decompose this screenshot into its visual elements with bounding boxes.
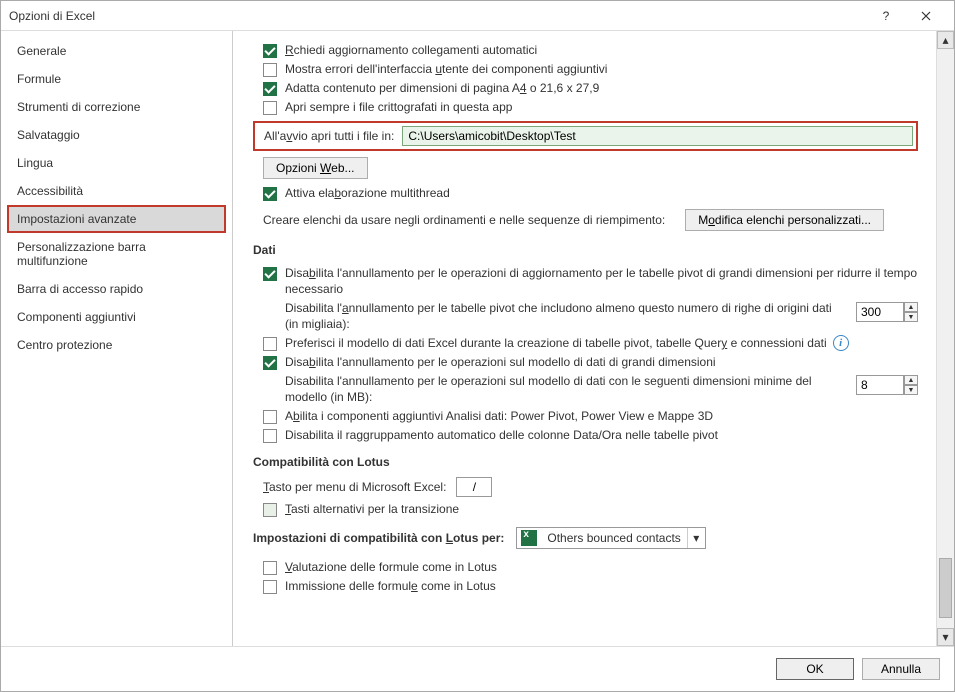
checkbox-adatta-a4[interactable] xyxy=(263,82,277,96)
nav-salvataggio[interactable]: Salvataggio xyxy=(7,121,226,149)
sidebar: Generale Formule Strumenti di correzione… xyxy=(1,31,233,646)
vertical-scrollbar[interactable]: ▴ ▾ xyxy=(936,31,954,646)
titlebar: Opzioni di Excel ? xyxy=(1,1,954,31)
label-pivot-grandi: Disabilita l'annullamento per le operazi… xyxy=(285,265,918,297)
edit-custom-lists-button[interactable]: Modifica elenchi personalizzati... xyxy=(685,209,884,231)
options-panel: Rchiedi aggiornamento collegamenti autom… xyxy=(233,31,934,646)
label-adatta: Adatta contenuto per dimensioni di pagin… xyxy=(285,80,599,96)
scroll-down-icon[interactable]: ▾ xyxy=(937,628,954,646)
nav-impostazioni-avanzate[interactable]: Impostazioni avanzate xyxy=(7,205,226,233)
label-compat-per: Impostazioni di compatibilità con Lotus … xyxy=(253,531,504,545)
nav-componenti[interactable]: Componenti aggiuntivi xyxy=(7,303,226,331)
checkbox-raggruppamento[interactable] xyxy=(263,429,277,443)
checkbox-disab-modello[interactable] xyxy=(263,356,277,370)
dropdown-value: Others bounced contacts xyxy=(541,531,686,545)
checkbox-valutazione-lotus[interactable] xyxy=(263,561,277,575)
label-avvio: All'avvio apri tutti i file in: xyxy=(264,129,394,143)
menu-key-input[interactable] xyxy=(456,477,492,497)
checkbox-immissione-lotus[interactable] xyxy=(263,580,277,594)
model-mb-spinner[interactable] xyxy=(856,375,904,395)
nav-strumenti[interactable]: Strumenti di correzione xyxy=(7,93,226,121)
label-creare-elenchi: Creare elenchi da usare negli ordinament… xyxy=(263,213,665,227)
startup-folder-row: All'avvio apri tutti i file in: xyxy=(253,121,918,151)
spinner-down-icon[interactable]: ▼ xyxy=(904,312,918,322)
checkbox-mostra-errori[interactable] xyxy=(263,63,277,77)
pivot-rows-spinner[interactable] xyxy=(856,302,904,322)
label-tasti-alt: Tasti alternativi per la transizione xyxy=(285,501,459,517)
label-mostra: Mostra errori dell'interfaccia utente de… xyxy=(285,61,607,77)
nav-accessibilita[interactable]: Accessibilità xyxy=(7,177,226,205)
nav-personalizzazione[interactable]: Personalizzazione barra multifunzione xyxy=(7,233,226,275)
checkbox-tasti-alternativi[interactable] xyxy=(263,503,277,517)
cancel-button[interactable]: Annulla xyxy=(862,658,940,680)
close-icon xyxy=(921,11,931,21)
checkbox-preferisci-modello[interactable] xyxy=(263,337,277,351)
chevron-down-icon: ▾ xyxy=(687,528,705,548)
lotus-sheet-dropdown[interactable]: Others bounced contacts ▾ xyxy=(516,527,705,549)
label-preferisci: Preferisci il modello di dati Excel dura… xyxy=(285,335,827,351)
help-button[interactable]: ? xyxy=(866,2,906,30)
heading-dati: Dati xyxy=(253,243,918,257)
nav-barra-accesso[interactable]: Barra di accesso rapido xyxy=(7,275,226,303)
label-disab-modello: Disabilita l'annullamento per le operazi… xyxy=(285,354,716,370)
checkbox-apri-sempre[interactable] xyxy=(263,101,277,115)
excel-sheet-icon xyxy=(521,530,537,546)
nav-generale[interactable]: Generale xyxy=(7,37,226,65)
checkbox-pivot-grandi[interactable] xyxy=(263,267,277,281)
web-options-button[interactable]: Opzioni Web... xyxy=(263,157,368,179)
spinner-up-icon[interactable]: ▲ xyxy=(904,302,918,312)
nav-formule[interactable]: Formule xyxy=(7,65,226,93)
label-richiedi: Rchiedi aggiornamento collegamenti autom… xyxy=(285,42,537,58)
label-tasto-menu: Tasto per menu di Microsoft Excel: xyxy=(263,480,446,494)
nav-centro-protezione[interactable]: Centro protezione xyxy=(7,331,226,359)
label-raggruppamento: Disabilita il raggruppamento automatico … xyxy=(285,427,718,443)
close-button[interactable] xyxy=(906,2,946,30)
ok-button[interactable]: OK xyxy=(776,658,854,680)
label-abilita: Abilita i componenti aggiuntivi Analisi … xyxy=(285,408,713,424)
label-valutazione: Valutazione delle formule come in Lotus xyxy=(285,559,497,575)
spinner-down-icon[interactable]: ▼ xyxy=(904,385,918,395)
label-multithread: Attiva elaborazione multithread xyxy=(285,185,450,201)
scroll-up-icon[interactable]: ▴ xyxy=(937,31,954,49)
checkbox-richiedi-aggiornamento[interactable] xyxy=(263,44,277,58)
startup-folder-input[interactable] xyxy=(402,126,913,146)
window-title: Opzioni di Excel xyxy=(9,9,866,23)
label-dim-minime: Disabilita l'annullamento per le operazi… xyxy=(263,373,836,405)
checkbox-abilita-analisi[interactable] xyxy=(263,410,277,424)
dialog-footer: OK Annulla xyxy=(1,646,954,691)
scrollbar-thumb[interactable] xyxy=(939,558,952,618)
info-icon[interactable]: i xyxy=(833,335,849,351)
heading-lotus: Compatibilità con Lotus xyxy=(253,455,918,469)
spinner-up-icon[interactable]: ▲ xyxy=(904,375,918,385)
label-immissione: Immissione delle formule come in Lotus xyxy=(285,578,496,594)
nav-lingua[interactable]: Lingua xyxy=(7,149,226,177)
checkbox-multithread[interactable] xyxy=(263,187,277,201)
scrollbar-track[interactable] xyxy=(937,49,954,628)
label-pivot-numero: Disabilita l'annullamento per le tabelle… xyxy=(263,300,836,332)
label-apri-sempre: Apri sempre i file crittografati in ques… xyxy=(285,99,512,115)
